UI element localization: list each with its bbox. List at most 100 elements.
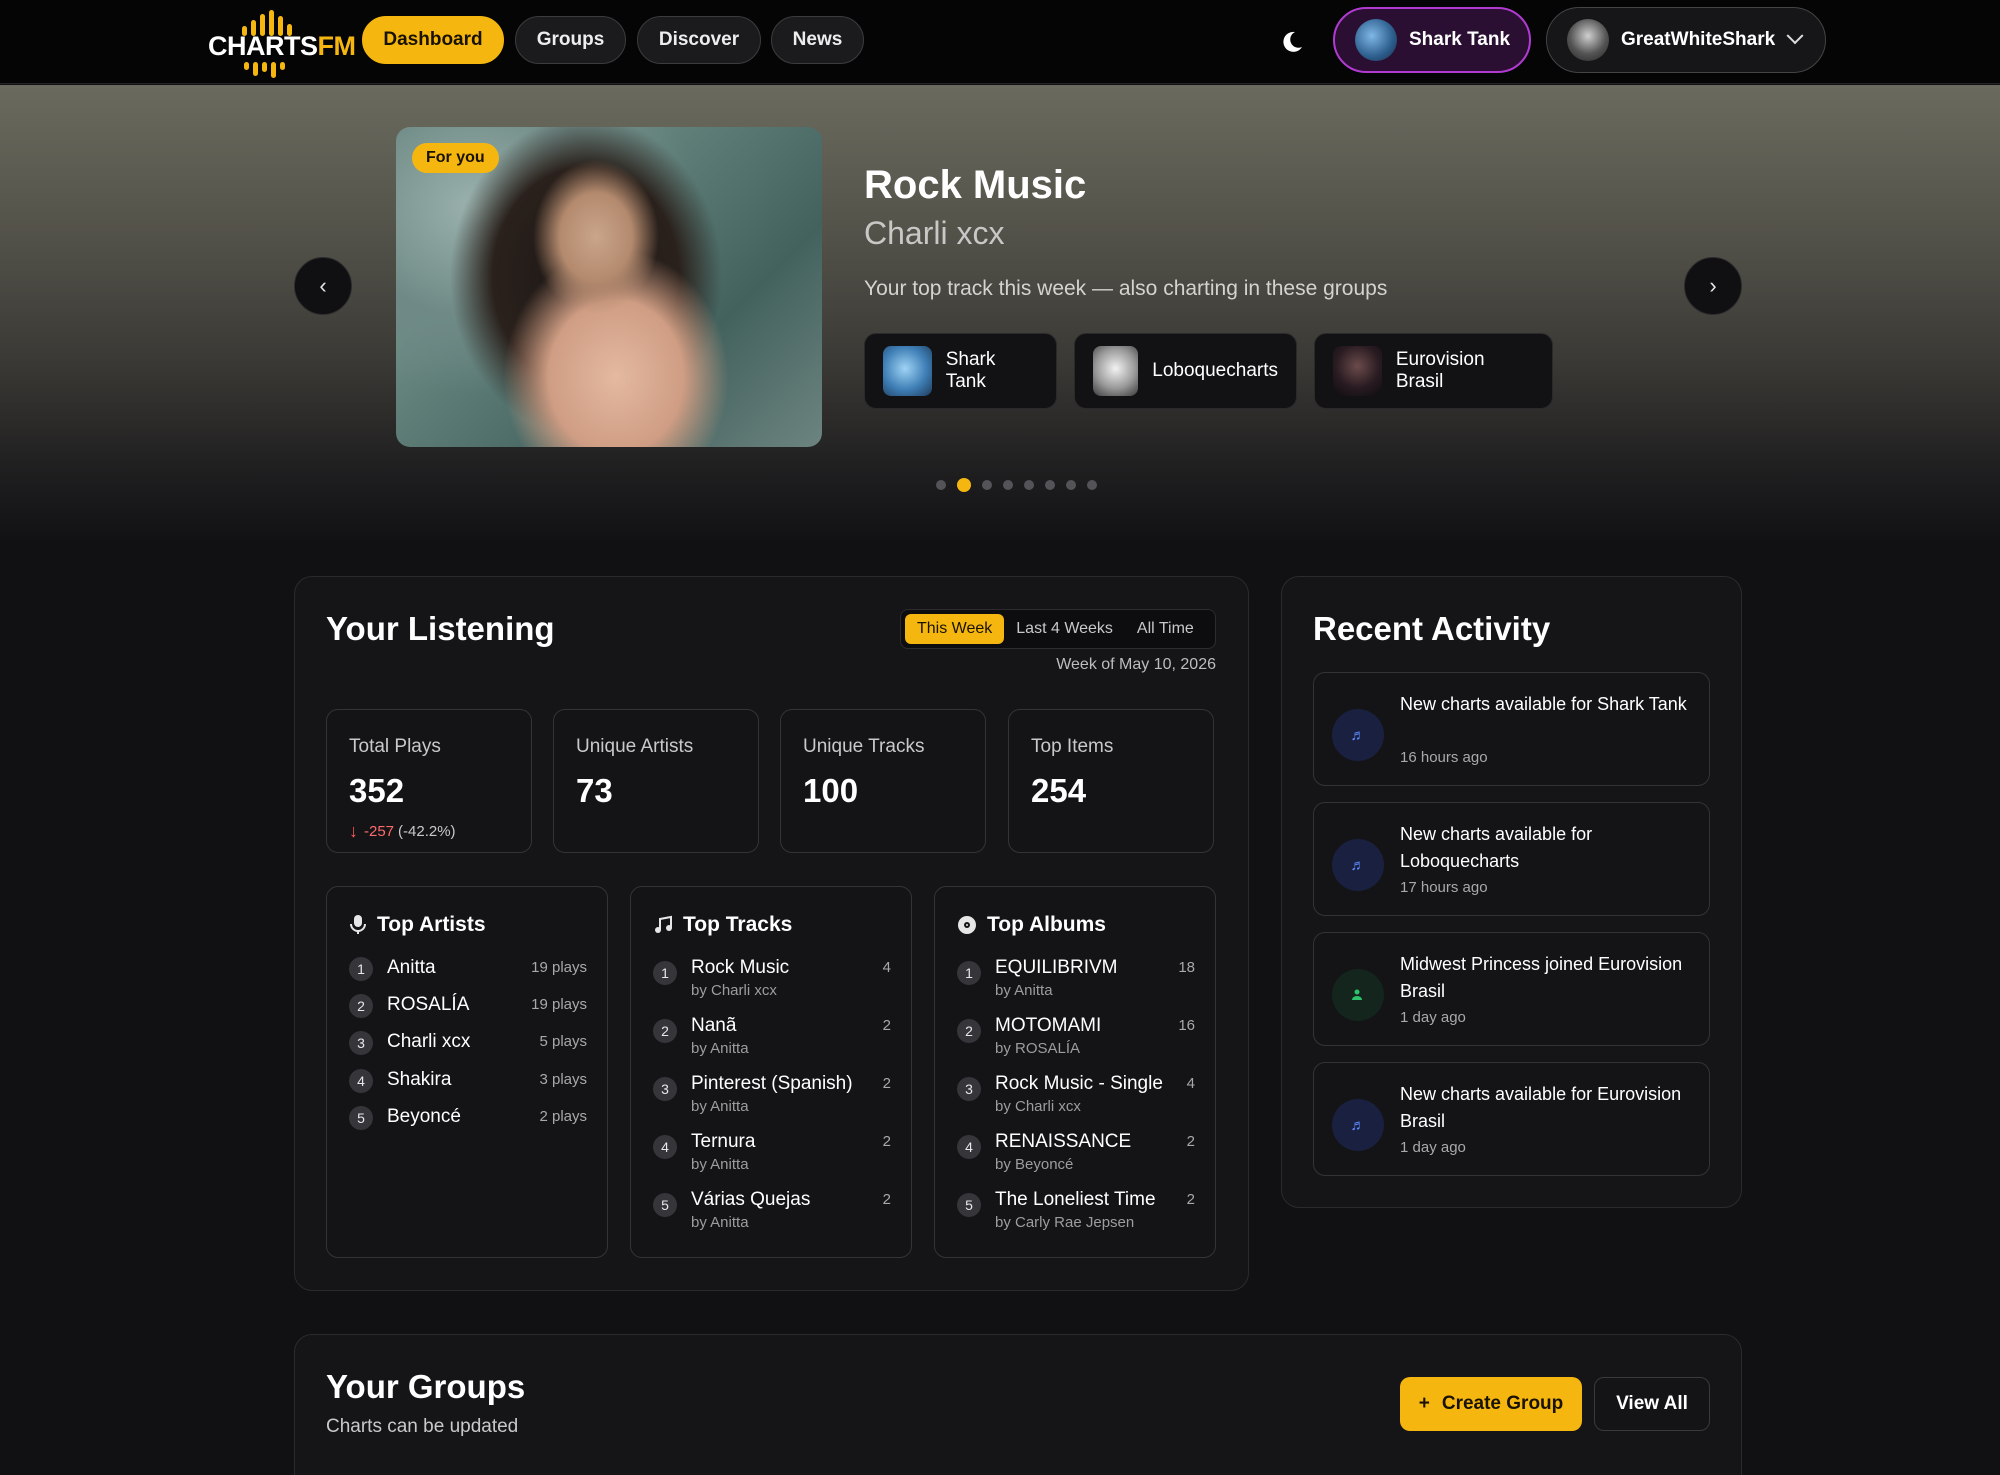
carousel-dot[interactable] (1045, 480, 1055, 490)
activity-text: New charts available for Loboquecharts (1400, 824, 1593, 871)
stat-label: Unique Tracks (803, 736, 925, 757)
play-count: 2 (1186, 1133, 1195, 1150)
recent-activity-title: Recent Activity (1313, 610, 1551, 647)
top-artists-card: Top Artists 1 Anitta 19 plays 2 ROSALÍA … (326, 886, 608, 1258)
activity-time: 17 hours ago (1400, 879, 1488, 896)
activity-item[interactable]: ♬ New charts available for Eurovision Br… (1313, 1062, 1710, 1176)
chevron-down-icon (1786, 27, 1804, 45)
range-this-week[interactable]: This Week (905, 614, 1005, 644)
hero-group-name: Shark Tank (945, 349, 996, 392)
group-thumbnail (1333, 346, 1382, 396)
track-artist: by Charli xcx (691, 982, 777, 999)
activity-item[interactable]: ♬ New charts available for Shark Tank 16… (1313, 672, 1710, 786)
hero-group-name: Loboquecharts (1152, 360, 1278, 381)
carousel-dot[interactable] (1003, 480, 1013, 490)
carousel-next-button[interactable]: › (1684, 257, 1742, 315)
carousel-prev-button[interactable]: ‹ (294, 257, 352, 315)
track-artist: by Anitta (691, 1040, 749, 1057)
album-artist: by Carly Rae Jepsen (995, 1214, 1135, 1231)
rank-badge: 5 (653, 1193, 677, 1217)
hero-description: Your top track this week — also charting… (864, 277, 1388, 300)
activity-time: 16 hours ago (1400, 749, 1488, 766)
range-last-4-weeks[interactable]: Last 4 Weeks (1004, 614, 1125, 644)
moon-icon[interactable] (1276, 26, 1306, 56)
activity-item[interactable]: ♬ New charts available for Loboquecharts… (1313, 802, 1710, 916)
vinyl-disc-icon (958, 916, 976, 934)
your-listening-title: Your Listening (326, 610, 555, 647)
range-all-time[interactable]: All Time (1125, 614, 1206, 644)
track-artist: by Anitta (691, 1098, 749, 1115)
play-count: 4 (882, 959, 891, 976)
track-name: Nanã (691, 1015, 737, 1036)
album-name: MOTOMAMI (995, 1015, 1102, 1036)
nav-groups[interactable]: Groups (515, 16, 626, 64)
group-avatar (1355, 19, 1397, 61)
activity-text: New charts available for Shark Tank (1400, 694, 1687, 714)
track-name: Várias Quejas (691, 1189, 811, 1210)
group-thumbnail (883, 346, 932, 396)
nav-news[interactable]: News (771, 16, 864, 64)
chartsfm-logo[interactable]: CHARTSFM (208, 8, 356, 78)
music-note-icon: ♬ (1332, 1099, 1384, 1151)
activity-text: Midwest Princess joined Eurovision Brasi… (1400, 954, 1683, 1001)
logo-suffix: FM (317, 31, 356, 61)
hero-track-title: Rock Music (864, 163, 1087, 207)
nav-dashboard[interactable]: Dashboard (362, 16, 504, 64)
username: GreatWhiteShark (1621, 29, 1776, 50)
user-menu[interactable]: GreatWhiteShark (1546, 7, 1826, 73)
carousel-dot-active[interactable] (957, 478, 971, 492)
group-thumbnail (1093, 346, 1139, 396)
rank-badge: 4 (653, 1135, 677, 1159)
play-count: 5 plays (539, 1033, 587, 1050)
stat-value: 100 (803, 772, 859, 809)
hero-group-chip[interactable]: Eurovision Brasil (1314, 333, 1553, 409)
carousel-dot[interactable] (1024, 480, 1034, 490)
carousel-dot[interactable] (1066, 480, 1076, 490)
carousel-dots (936, 478, 1108, 492)
top-albums-title: Top Albums (987, 913, 1106, 936)
activity-time: 1 day ago (1400, 1139, 1466, 1156)
activity-item[interactable]: Midwest Princess joined Eurovision Brasi… (1313, 932, 1710, 1046)
carousel-dot[interactable] (982, 480, 992, 490)
rank-badge: 1 (349, 957, 373, 981)
stat-value: 352 (349, 772, 405, 809)
stat-top-items: Top Items 254 (1008, 709, 1214, 853)
artist-name: Shakira (387, 1069, 452, 1090)
album-name: Rock Music - Single (995, 1073, 1163, 1094)
play-count: 2 (882, 1133, 891, 1150)
activity-time: 1 day ago (1400, 1009, 1466, 1026)
rank-badge: 4 (349, 1069, 373, 1093)
view-all-groups-button[interactable]: View All (1594, 1377, 1710, 1431)
top-tracks-title: Top Tracks (683, 913, 793, 936)
create-group-label: Create Group (1441, 1393, 1564, 1414)
stat-change-value: -257 (364, 823, 395, 840)
hero-album-art[interactable]: For you (396, 127, 822, 447)
rank-badge: 5 (957, 1193, 981, 1217)
hero-group-chip[interactable]: Shark Tank (864, 333, 1057, 409)
track-artist: by Anitta (691, 1214, 749, 1231)
rank-badge: 1 (653, 961, 677, 985)
stat-unique-tracks: Unique Tracks 100 (780, 709, 986, 853)
album-artist: by ROSALÍA (995, 1040, 1081, 1057)
top-navbar: CHARTSFM Dashboard Groups Discover News … (0, 0, 2000, 84)
logo-bars-bottom (244, 62, 304, 78)
hero-group-chip[interactable]: Loboquecharts (1074, 333, 1297, 409)
stat-value: 254 (1031, 772, 1087, 809)
music-note-icon: ♬ (1332, 839, 1384, 891)
avatar (1567, 19, 1609, 61)
stat-change: ↓ -257 (-42.2%) (349, 821, 456, 842)
current-group-name: Shark Tank (1409, 29, 1511, 50)
current-group-switcher[interactable]: Shark Tank (1333, 7, 1531, 73)
play-count: 2 (882, 1017, 891, 1034)
rank-badge: 4 (957, 1135, 981, 1159)
nav-discover[interactable]: Discover (637, 16, 761, 64)
carousel-dot[interactable] (1087, 480, 1097, 490)
play-count: 4 (1186, 1075, 1195, 1092)
carousel-dot[interactable] (936, 480, 946, 490)
play-count: 2 (882, 1075, 891, 1092)
play-count: 18 (1178, 959, 1195, 976)
rank-badge: 1 (957, 961, 981, 985)
artist-name: ROSALÍA (387, 994, 470, 1015)
play-count: 19 plays (531, 959, 587, 976)
create-group-button[interactable]: + Create Group (1400, 1377, 1582, 1431)
